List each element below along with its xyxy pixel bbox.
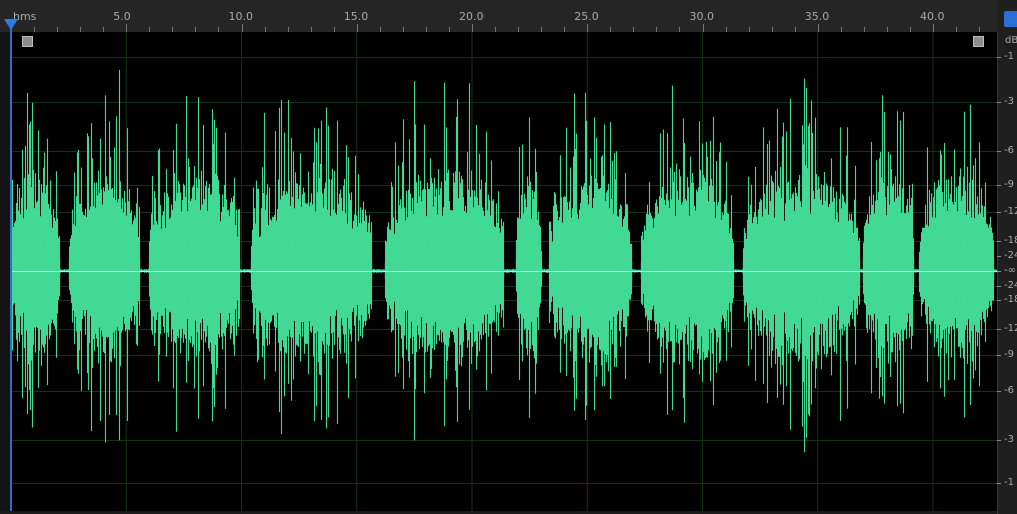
- db-tick: [997, 329, 1001, 330]
- time-ruler[interactable]: hms 5.0 10.0 15.0 20.0 25.0 30.0 35.0 40.0: [0, 0, 997, 33]
- ruler-tick-label: 30.0: [689, 10, 715, 23]
- fade-out-handle-icon[interactable]: [973, 36, 984, 47]
- db-tick: [997, 185, 1001, 186]
- db-unit-label: dB: [1005, 35, 1017, 46]
- db-tick-label: -6: [1004, 145, 1014, 156]
- db-tick: [997, 355, 1001, 356]
- db-tick: [997, 256, 1001, 257]
- ruler-tick-label: 10.0: [228, 10, 254, 23]
- db-tick-label: -24: [1004, 250, 1017, 261]
- db-tick: [997, 57, 1001, 58]
- waveform-canvas: [11, 32, 997, 511]
- db-tick-label: -3: [1004, 96, 1014, 107]
- db-tick: [997, 391, 1001, 392]
- db-tick-label: -18: [1004, 235, 1017, 246]
- ruler-tick-label: 35.0: [804, 10, 830, 23]
- db-tick-label: -9: [1004, 349, 1014, 360]
- db-tick-label: -∞: [1004, 265, 1016, 276]
- db-tick-label: -12: [1004, 323, 1017, 334]
- ruler-major-tick: [587, 24, 588, 32]
- waveform-display[interactable]: [11, 32, 997, 511]
- playhead-line[interactable]: [10, 28, 12, 514]
- db-tick: [997, 102, 1001, 103]
- db-tick: [997, 483, 1001, 484]
- ruler-tick-label: 40.0: [920, 10, 945, 23]
- db-tick: [997, 300, 1001, 301]
- db-tick-label: -12: [1004, 206, 1017, 217]
- headphone-icon[interactable]: [1004, 11, 1017, 27]
- db-tick-label: -1: [1004, 477, 1014, 488]
- db-tick: [997, 151, 1001, 152]
- db-tick-label: -18: [1004, 294, 1017, 305]
- ruler-major-tick: [818, 24, 819, 32]
- db-tick: [997, 440, 1001, 441]
- ruler-tick-label: 5.0: [113, 10, 131, 23]
- db-tick-label: -24: [1004, 280, 1017, 291]
- ruler-major-tick: [357, 24, 358, 32]
- ruler-tick-label: 15.0: [343, 10, 369, 23]
- ruler-tick-label: 25.0: [574, 10, 599, 23]
- ruler-major-tick: [933, 24, 934, 32]
- ruler-major-tick: [242, 24, 243, 32]
- fade-in-handle-icon[interactable]: [22, 36, 33, 47]
- db-tick: [997, 286, 1001, 287]
- ruler-major-tick: [472, 24, 473, 32]
- db-tick: [997, 212, 1001, 213]
- db-tick-label: -3: [1004, 434, 1014, 445]
- db-tick-label: -1: [1004, 51, 1014, 62]
- db-tick: [997, 241, 1001, 242]
- playhead-marker-icon[interactable]: [4, 19, 18, 30]
- db-tick-label: -9: [1004, 179, 1014, 190]
- ruler-tick-label: 20.0: [459, 10, 484, 23]
- ruler-major-tick: [703, 24, 704, 32]
- ruler-major-tick: [126, 24, 127, 32]
- db-tick-label: -6: [1004, 385, 1014, 396]
- db-tick: [997, 271, 1001, 272]
